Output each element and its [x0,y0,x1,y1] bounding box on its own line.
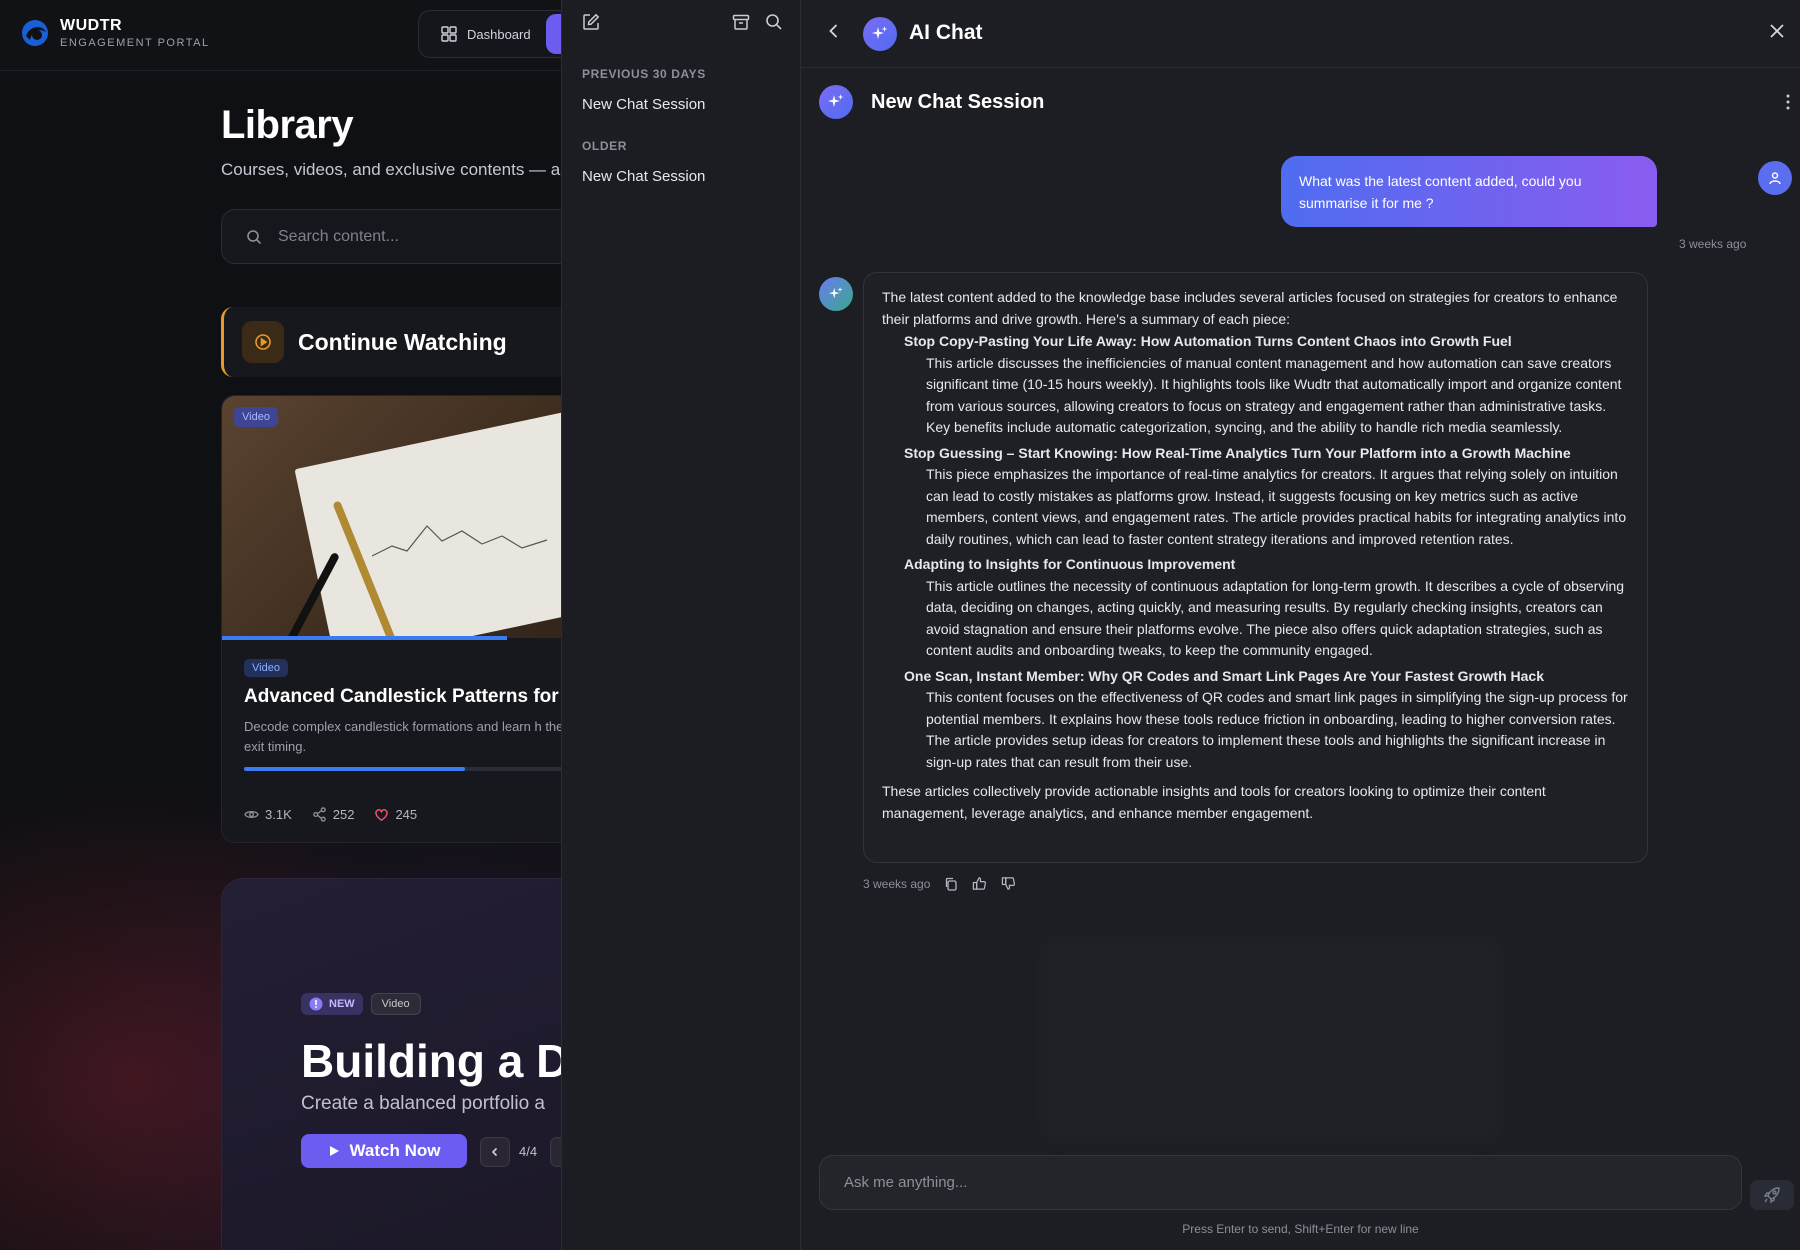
archive-button[interactable] [732,13,750,31]
new-badge: NEW [301,993,363,1015]
featured-type-badge: Video [370,993,421,1015]
nav-dashboard-label: Dashboard [467,26,531,42]
logo-icon [20,18,50,48]
chevron-left-icon [491,1147,498,1157]
ai-outro: These articles collectively provide acti… [882,783,1546,821]
new-chat-button[interactable] [582,13,600,31]
session-title: New Chat Session [871,91,1045,113]
sparkle-icon [863,17,897,51]
new-badge-label: NEW [329,998,355,1010]
page-subtitle: Courses, videos, and exclusive contents … [221,160,565,179]
brand-tagline: ENGAGEMENT PORTAL [60,37,210,49]
close-button[interactable] [1769,23,1785,39]
views-count: 3.1K [265,807,292,822]
close-icon [1770,24,1784,38]
ai-item-body: This content focuses on the effectivenes… [926,689,1628,770]
ai-message-time: 3 weeks ago [863,876,931,891]
chat-input[interactable] [844,1174,1741,1191]
dashboard-icon [441,26,457,42]
ai-item-title: Stop Guessing – Start Knowing: How Real-… [904,444,1571,461]
ai-message: The latest content added to the knowledg… [863,272,1648,863]
copy-button[interactable] [944,877,958,891]
chat-header: AI Chat [801,0,1800,68]
chevron-left-icon [829,24,838,38]
search-icon [766,14,782,30]
play-icon [329,1146,339,1156]
sparkle-icon [819,85,853,119]
ai-intro: The latest content added to the knowledg… [882,289,1618,327]
heart-icon[interactable] [374,807,389,822]
continue-watching-title: Continue Watching [298,328,507,355]
play-circle-icon [242,321,284,363]
thumbs-up-icon [973,877,987,890]
history-group-label: OLDER [582,139,627,153]
ai-item-body: This article outlines the necessity of c… [926,577,1625,659]
rocket-icon [1763,1187,1780,1204]
loading-placeholder [1041,940,1501,1140]
page-title: Library [221,103,354,147]
ai-avatar [819,277,853,311]
eye-icon [244,811,259,818]
ai-item-body: This piece emphasizes the importance of … [926,466,1627,547]
ai-chat-panel: AI Chat New Chat Session What was the la… [801,0,1800,1250]
ai-item-title: One Scan, Instant Member: Why QR Codes a… [904,667,1545,684]
ai-message-meta: 3 weeks ago [863,876,1016,891]
card-title: Advanced Candlestick Patterns for [244,686,559,707]
card-stats: 3.1K 252 245 [244,807,417,822]
back-button[interactable] [825,22,843,40]
composer-hint: Press Enter to send, Shift+Enter for new… [1182,1222,1419,1236]
user-message-time: 3 weeks ago [1679,237,1747,251]
copy-icon [946,877,958,891]
thumbs-up-button[interactable] [972,876,987,891]
user-message: What was the latest content added, could… [1281,156,1657,227]
ai-item-title: Stop Copy-Pasting Your Life Away: How Au… [904,333,1512,349]
card-progress-fill [244,767,465,771]
chat-history-panel: PREVIOUS 30 DAYS New Chat Session OLDER … [561,0,801,1250]
session-menu-button[interactable] [1785,93,1791,111]
more-vertical-icon [1786,94,1790,110]
history-search-button[interactable] [765,13,783,31]
brand-logo[interactable]: WUDTR ENGAGEMENT PORTAL [20,17,210,49]
ai-item-body: This article discusses the inefficiencie… [926,354,1622,436]
ai-list-item: Stop Guessing – Start Knowing: How Real-… [904,443,1629,551]
history-item[interactable]: New Chat Session [582,96,705,113]
search-input[interactable] [278,227,485,246]
history-group-label: PREVIOUS 30 DAYS [582,67,706,81]
ai-list-item: Adapting to Insights for Continuous Impr… [904,554,1629,662]
send-button[interactable] [1750,1180,1794,1210]
watch-now-label: Watch Now [349,1141,441,1160]
watch-now-button[interactable]: Watch Now [301,1134,467,1168]
chat-title: AI Chat [909,21,983,44]
user-icon [1769,172,1781,185]
thumbs-down-button[interactable] [1001,876,1016,891]
search-icon [247,229,262,244]
archive-icon [732,14,750,30]
alert-icon [309,997,323,1011]
featured-title: Building a Di [301,1035,583,1087]
thumbnail-progress [222,636,507,640]
brand-name: WUDTR [60,17,123,34]
thumbs-down-icon [1002,877,1016,890]
card-type-badge: Video [244,659,288,677]
pager-indicator: 4/4 [519,1144,538,1159]
share-icon [312,807,326,822]
shares-count: 252 [332,807,355,822]
ai-item-title: Adapting to Insights for Continuous Impr… [904,556,1236,572]
chat-composer[interactable] [819,1155,1742,1210]
pager-prev-button[interactable] [480,1137,510,1167]
history-item[interactable]: New Chat Session [582,168,705,185]
likes-count: 245 [395,807,418,822]
ai-list-item: Stop Copy-Pasting Your Life Away: How Au… [904,331,1629,439]
featured-subtitle: Create a balanced portfolio a [301,1093,545,1114]
edit-icon [583,13,600,30]
thumbnail-type-badge: Video [234,407,278,427]
session-bar: New Chat Session [801,68,1800,140]
sparkle-icon [828,286,843,299]
user-avatar [1758,161,1792,195]
ai-list-item: One Scan, Instant Member: Why QR Codes a… [904,666,1629,774]
